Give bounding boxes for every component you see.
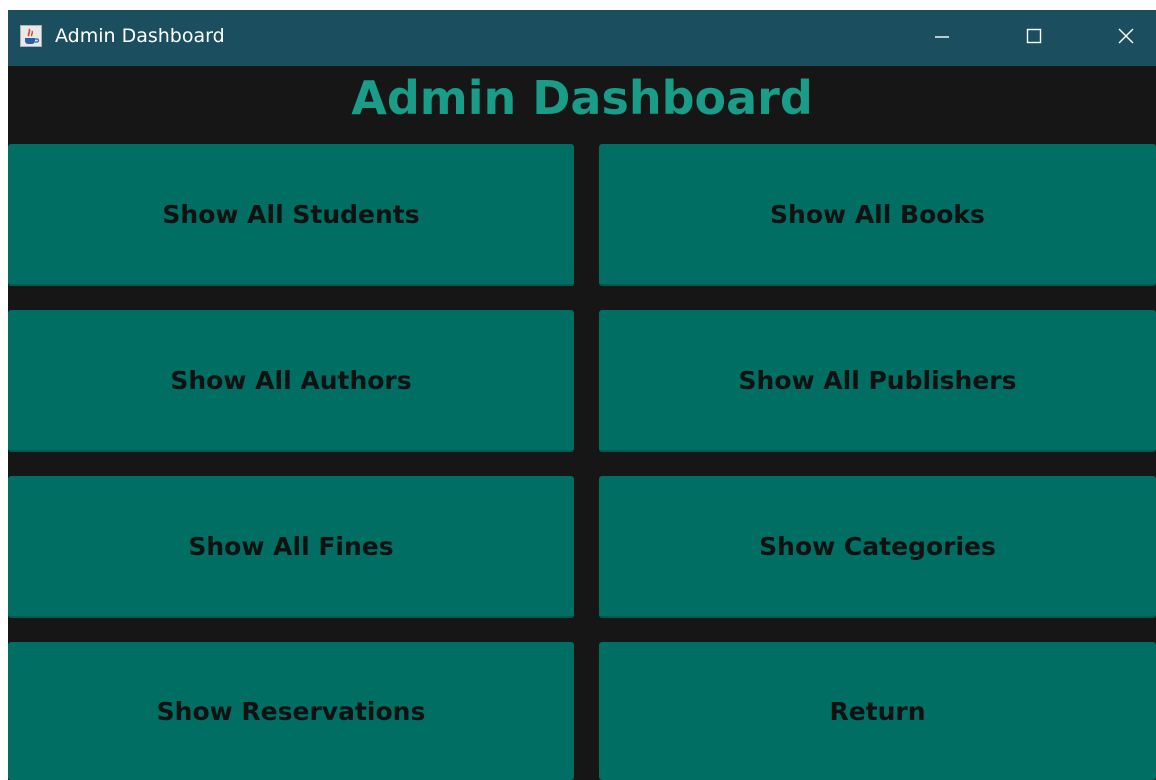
show-categories-button[interactable]: Show Categories — [599, 476, 1156, 618]
maximize-button[interactable] — [1004, 10, 1064, 62]
minimize-button[interactable] — [912, 10, 972, 62]
minimize-icon — [935, 36, 949, 38]
window-title: Admin Dashboard — [55, 25, 225, 47]
app-window: Admin Dashboard Admin Dashboard Show All… — [8, 10, 1156, 780]
title-bar[interactable]: Admin Dashboard — [8, 10, 1156, 66]
show-all-students-button[interactable]: Show All Students — [8, 144, 574, 286]
show-all-publishers-button[interactable]: Show All Publishers — [599, 310, 1156, 452]
return-button[interactable]: Return — [599, 642, 1156, 780]
show-all-books-button[interactable]: Show All Books — [599, 144, 1156, 286]
close-button[interactable] — [1096, 10, 1156, 62]
show-all-fines-button[interactable]: Show All Fines — [8, 476, 574, 618]
show-all-authors-button[interactable]: Show All Authors — [8, 310, 574, 452]
java-cup-icon — [20, 25, 42, 47]
page-title: Admin Dashboard — [351, 71, 813, 125]
dashboard-header: Admin Dashboard — [8, 66, 1156, 146]
close-icon — [1118, 28, 1134, 44]
show-reservations-button[interactable]: Show Reservations — [8, 642, 574, 780]
maximize-icon — [1026, 28, 1042, 44]
